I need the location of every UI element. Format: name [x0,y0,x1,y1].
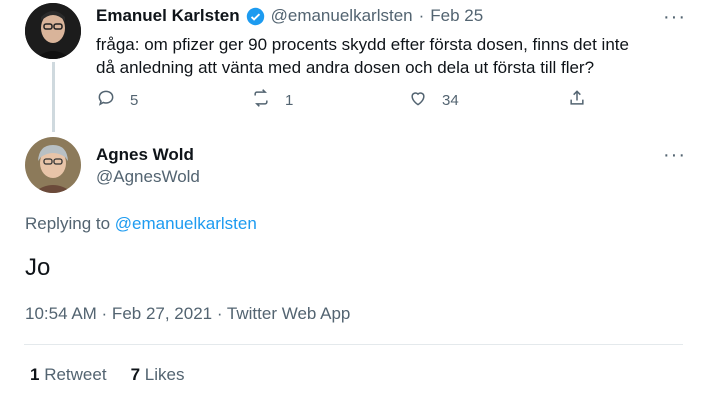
parent-tweet-text-line2: då anledning att vänta med andra dosen o… [96,58,595,77]
reply-count: 5 [130,91,139,109]
retweet-stat-label: Retweet [44,365,107,384]
parent-tweet-date[interactable]: Feb 25 [430,6,483,26]
thread-connector-line [52,62,55,132]
reply-icon [96,88,116,112]
share-icon [567,88,587,112]
like-stat-label: Likes [144,365,185,384]
retweet-icon [251,88,271,112]
parent-separator: · [418,6,425,25]
like-stat-count: 7 [130,365,141,384]
like-stat[interactable]: 7 Likes [131,365,185,385]
parent-tweet-text-line1: fråga: om pfizer ger 90 procents skydd e… [96,35,629,54]
like-action[interactable]: 34 [408,88,459,112]
parent-more-options-icon[interactable]: ··· [663,7,686,27]
replying-to-line: Replying to @emanuelkarlsten [25,214,257,234]
main-more-options-icon[interactable]: ··· [663,145,686,165]
verified-badge-icon [246,7,265,26]
retweet-stat-count: 1 [30,365,40,384]
main-tweet-text: Jo [25,254,51,281]
parent-author-name[interactable]: Emanuel Karlsten [96,6,240,26]
main-author-handle[interactable]: @AgnesWold [96,167,200,187]
retweet-stat[interactable]: 1 Retweet [30,365,107,385]
reply-action[interactable]: 5 [96,88,138,112]
tweet-timestamp[interactable]: 10:54 AM · Feb 27, 2021 · Twitter Web Ap… [25,304,350,324]
main-author-name[interactable]: Agnes Wold [96,145,194,165]
like-count: 34 [442,91,459,109]
retweet-count: 1 [285,91,294,109]
parent-author-handle[interactable]: @emanuelkarlsten [271,6,413,26]
divider [24,344,683,345]
parent-tweet-text: fråga: om pfizer ger 90 procents skydd e… [96,33,629,79]
replying-to-handle-link[interactable]: @emanuelkarlsten [115,214,257,233]
parent-author-avatar[interactable] [25,3,81,59]
heart-icon [408,88,428,112]
replying-prefix: Replying to [25,214,111,233]
retweet-action[interactable]: 1 [251,88,293,112]
main-author-avatar[interactable] [25,137,81,193]
share-action[interactable] [567,88,587,112]
engagement-stats: 1 Retweet 7 Likes [30,365,184,385]
